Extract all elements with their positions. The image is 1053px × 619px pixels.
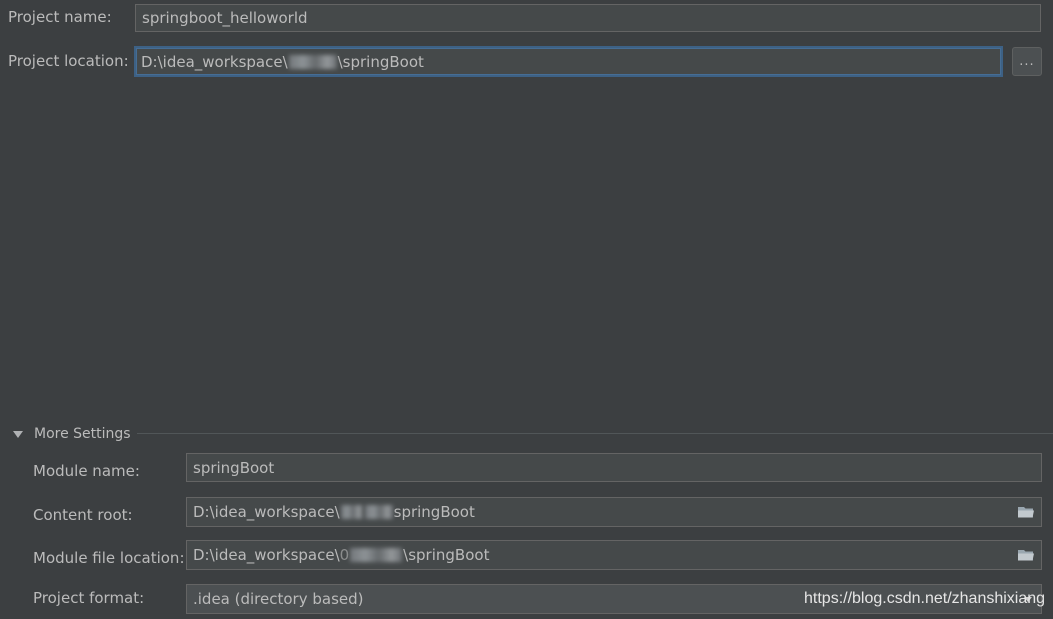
content-root-suffix: springBoot bbox=[393, 503, 475, 521]
project-format-label: Project format: bbox=[33, 589, 145, 607]
watermark-text: https://blog.csdn.net/zhanshixiang bbox=[804, 590, 1046, 607]
module-file-location-input[interactable]: D:\idea_workspace\ 0 \springBoot bbox=[186, 540, 1042, 570]
folder-icon[interactable] bbox=[1017, 505, 1035, 519]
browse-location-button[interactable]: ... bbox=[1012, 47, 1042, 76]
content-root-label: Content root: bbox=[33, 506, 133, 524]
module-name-value: springBoot bbox=[193, 458, 275, 477]
more-settings-title[interactable]: More Settings bbox=[34, 424, 131, 444]
content-root-prefix: D:\idea_workspace\ bbox=[193, 503, 340, 521]
module-file-fragment: 0 bbox=[339, 546, 350, 564]
triangle-down-icon[interactable] bbox=[13, 431, 23, 438]
redacted-text bbox=[288, 54, 337, 69]
module-name-input[interactable]: springBoot bbox=[186, 453, 1042, 482]
module-name-label: Module name: bbox=[33, 462, 140, 480]
project-format-value: .idea (directory based) bbox=[193, 590, 364, 608]
project-location-suffix: \springBoot bbox=[337, 52, 424, 71]
project-location-prefix: D:\idea_workspace\ bbox=[141, 52, 288, 71]
module-file-location-label: Module file location: bbox=[33, 549, 185, 567]
project-location-label: Project location: bbox=[8, 52, 129, 70]
module-file-suffix: \springBoot bbox=[403, 546, 490, 564]
folder-icon[interactable] bbox=[1017, 548, 1035, 562]
project-name-label: Project name: bbox=[8, 8, 112, 26]
redacted-text bbox=[340, 505, 363, 519]
project-name-value: springboot_helloworld bbox=[142, 9, 308, 27]
content-root-input[interactable]: D:\idea_workspace\ springBoot bbox=[186, 497, 1042, 527]
redacted-text bbox=[364, 505, 393, 519]
redacted-text bbox=[350, 548, 403, 562]
project-name-input[interactable]: springboot_helloworld bbox=[135, 4, 1041, 32]
browse-button-label: ... bbox=[1019, 54, 1035, 69]
more-settings-divider bbox=[137, 433, 1053, 434]
module-file-prefix: D:\idea_workspace\ bbox=[193, 546, 340, 564]
project-location-input[interactable]: D:\idea_workspace\ \springBoot bbox=[134, 46, 1003, 77]
